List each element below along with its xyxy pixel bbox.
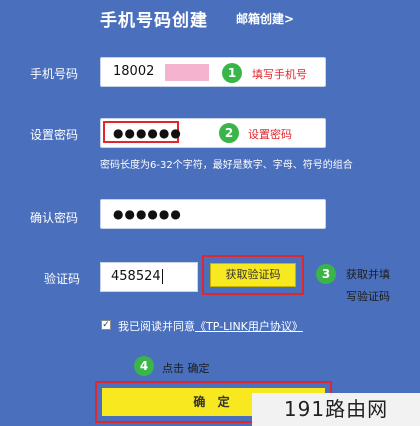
privacy-mask	[165, 64, 209, 81]
password-label: 设置密码	[30, 128, 79, 142]
confirm-password-dots: ●●●●●●	[113, 207, 182, 221]
agreement-text: 我已阅读并同意《TP-LINK用户协议》	[118, 318, 303, 334]
captcha-label: 验证码	[44, 272, 81, 286]
password-annotation: 设置密码	[248, 128, 292, 141]
tab-email-create[interactable]: 邮箱创建>	[236, 10, 294, 27]
phone-value: 18002	[113, 64, 155, 79]
get-code-button[interactable]: 获取验证码	[210, 263, 296, 287]
captcha-annotation-line2: 写验证码	[346, 290, 390, 303]
captcha-input[interactable]: 458524	[100, 262, 198, 292]
confirm-password-input[interactable]: ●●●●●●	[100, 199, 326, 229]
site-watermark: 191路由网	[252, 393, 420, 426]
agreement-checkbox[interactable]: ✓	[101, 320, 111, 330]
agreement-link[interactable]: 《TP-LINK用户协议》	[195, 320, 303, 333]
get-code-highlight-box: 获取验证码	[202, 255, 304, 295]
confirm-password-label: 确认密码	[30, 211, 79, 225]
text-caret	[161, 269, 163, 284]
submit-annotation: 点击 确定	[162, 362, 210, 375]
captcha-value: 458524	[111, 269, 163, 284]
step-4-badge: 4	[134, 356, 154, 376]
phone-annotation: 填写手机号	[252, 68, 307, 81]
password-hint: 密码长度为6-32个字符，最好是数字、字母、符号的组合	[100, 160, 353, 171]
tab-phone-create[interactable]: 手机号码创建	[100, 6, 208, 31]
password-dots: ●●●●●●	[113, 126, 182, 140]
password-input[interactable]: ●●●●●●	[100, 118, 326, 148]
step-3-badge: 3	[316, 264, 336, 284]
step-2-badge: 2	[219, 123, 239, 143]
agreement-prefix: 我已阅读并同意	[118, 320, 195, 333]
captcha-annotation-line1: 获取并填	[346, 268, 390, 281]
phone-label: 手机号码	[30, 67, 79, 81]
step-1-badge: 1	[222, 63, 242, 83]
